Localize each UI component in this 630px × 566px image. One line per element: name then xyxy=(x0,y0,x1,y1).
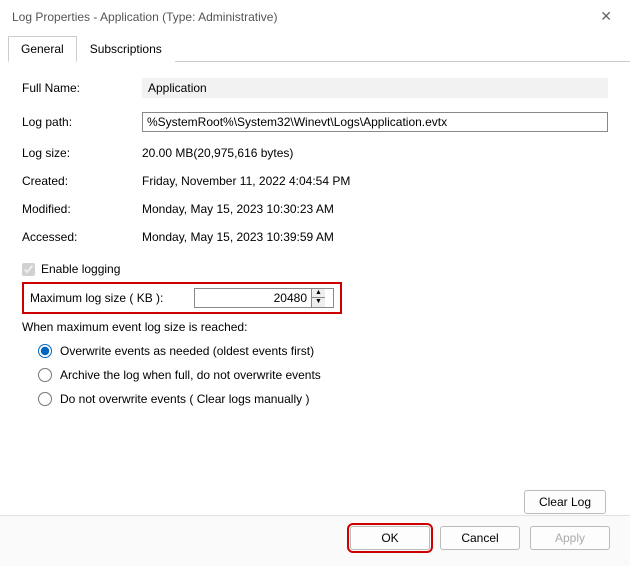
window-title: Log Properties - Application (Type: Admi… xyxy=(12,10,277,24)
radio-label-donot: Do not overwrite events ( Clear logs man… xyxy=(60,392,309,406)
label-max-log-size: Maximum log size ( KB ): xyxy=(30,291,163,305)
value-accessed: Monday, May 15, 2023 10:39:59 AM xyxy=(142,230,608,244)
radio-overwrite[interactable] xyxy=(38,344,52,358)
label-logsize: Log size: xyxy=(22,146,142,160)
close-icon[interactable]: ✕ xyxy=(594,8,618,25)
max-log-size-row: Maximum log size ( KB ): ▲ ▼ xyxy=(22,282,342,314)
label-enable-logging: Enable logging xyxy=(41,262,120,276)
radio-row-archive[interactable]: Archive the log when full, do not overwr… xyxy=(38,368,608,382)
apply-button[interactable]: Apply xyxy=(530,526,610,550)
tab-content: Full Name: Application Log path: Log siz… xyxy=(0,62,630,424)
titlebar: Log Properties - Application (Type: Admi… xyxy=(0,0,630,29)
spinner-max-log-size: ▲ ▼ xyxy=(194,288,334,308)
tab-general[interactable]: General xyxy=(8,36,77,62)
label-fullname: Full Name: xyxy=(22,81,142,95)
label-logpath: Log path: xyxy=(22,115,142,129)
spinner-up-icon[interactable]: ▲ xyxy=(312,289,325,298)
input-max-log-size[interactable] xyxy=(195,289,311,307)
checkbox-enable-logging[interactable] xyxy=(22,263,35,276)
label-created: Created: xyxy=(22,174,142,188)
cancel-button[interactable]: Cancel xyxy=(440,526,520,550)
label-accessed: Accessed: xyxy=(22,230,142,244)
tab-subscriptions[interactable]: Subscriptions xyxy=(77,36,175,62)
radio-archive[interactable] xyxy=(38,368,52,382)
radio-donot[interactable] xyxy=(38,392,52,406)
value-modified: Monday, May 15, 2023 10:30:23 AM xyxy=(142,202,608,216)
tab-strip: General Subscriptions xyxy=(8,35,630,62)
label-when-max-reached: When maximum event log size is reached: xyxy=(22,320,608,334)
input-logpath[interactable] xyxy=(142,112,608,132)
ok-button[interactable]: OK xyxy=(350,526,430,550)
value-created: Friday, November 11, 2022 4:04:54 PM xyxy=(142,174,608,188)
dialog-footer: OK Cancel Apply xyxy=(0,515,630,566)
label-modified: Modified: xyxy=(22,202,142,216)
value-fullname: Application xyxy=(142,78,608,98)
value-logsize: 20.00 MB(20,975,616 bytes) xyxy=(142,146,608,160)
spinner-down-icon[interactable]: ▼ xyxy=(312,298,325,307)
radio-label-overwrite: Overwrite events as needed (oldest event… xyxy=(60,344,314,358)
radio-row-overwrite[interactable]: Overwrite events as needed (oldest event… xyxy=(38,344,608,358)
radio-group-max-action: Overwrite events as needed (oldest event… xyxy=(22,344,608,406)
radio-row-donot[interactable]: Do not overwrite events ( Clear logs man… xyxy=(38,392,608,406)
clear-log-button[interactable]: Clear Log xyxy=(524,490,606,514)
radio-label-archive: Archive the log when full, do not overwr… xyxy=(60,368,321,382)
